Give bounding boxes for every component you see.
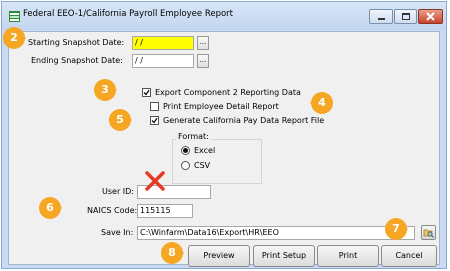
generate-ca-checkbox[interactable] (150, 116, 159, 125)
starting-snapshot-label: Starting Snapshot Date: (28, 38, 125, 47)
naics-code-input[interactable]: 115115 (137, 204, 193, 218)
print-button[interactable]: Print (317, 245, 379, 267)
cancel-button[interactable]: Cancel (381, 245, 437, 267)
annotation-badge-8: 8 (160, 241, 184, 265)
save-in-label: Save In: (101, 228, 134, 237)
folder-browse-icon (423, 229, 434, 238)
format-label: Format: (176, 132, 211, 141)
checkmark-icon (151, 117, 158, 124)
window-title: Federal EEO-1/California Payroll Employe… (23, 9, 234, 19)
preview-button[interactable]: Preview (188, 245, 250, 267)
annotation-badge-3: 3 (93, 78, 117, 102)
starting-snapshot-picker-button[interactable]: ... (197, 36, 209, 50)
user-id-label: User ID: (102, 187, 134, 196)
format-csv-label: CSV (194, 161, 211, 170)
annotation-badge-2: 2 (2, 26, 26, 50)
close-icon (419, 10, 442, 23)
dialog-body: Starting Snapshot Date: / / ... Ending S… (8, 31, 440, 267)
format-excel-radio[interactable] (181, 146, 190, 155)
annotation-badge-6: 6 (38, 196, 62, 220)
minimize-button[interactable] (369, 9, 393, 24)
annotation-badge-4: 4 (310, 91, 334, 115)
ending-snapshot-label: Ending Snapshot Date: (31, 56, 123, 65)
checkmark-icon (143, 89, 150, 96)
browse-folder-button[interactable] (421, 225, 436, 240)
maximize-icon (402, 13, 410, 20)
red-x-icon (144, 171, 166, 191)
annotation-badge-5: 5 (108, 108, 132, 132)
naics-code-label: NAICS Code: (87, 206, 138, 215)
save-in-input[interactable]: C:\Winfarm\Data16\Export\HR\EEO (137, 226, 415, 240)
print-detail-checkbox[interactable] (150, 102, 159, 111)
ending-snapshot-input[interactable]: / / (132, 54, 194, 68)
generate-ca-label: Generate California Pay Data Report File (163, 116, 325, 125)
maximize-button[interactable] (394, 9, 417, 24)
annotation-badge-7: 7 (384, 217, 408, 241)
format-excel-label: Excel (194, 146, 216, 155)
payroll-icon (9, 11, 20, 22)
print-setup-button[interactable]: Print Setup (253, 245, 315, 267)
print-detail-label: Print Employee Detail Report (163, 102, 279, 111)
starting-snapshot-input[interactable]: / / (132, 36, 194, 50)
export-component2-checkbox[interactable] (142, 88, 151, 97)
title-bar: Federal EEO-1/California Payroll Employe… (2, 2, 446, 30)
export-component2-label: Export Component 2 Reporting Data (155, 88, 301, 97)
close-button[interactable] (418, 9, 443, 24)
ending-snapshot-picker-button[interactable]: ... (197, 54, 209, 68)
report-window: Federal EEO-1/California Payroll Employe… (1, 1, 447, 269)
minimize-icon (378, 18, 385, 20)
format-csv-radio[interactable] (181, 161, 190, 170)
